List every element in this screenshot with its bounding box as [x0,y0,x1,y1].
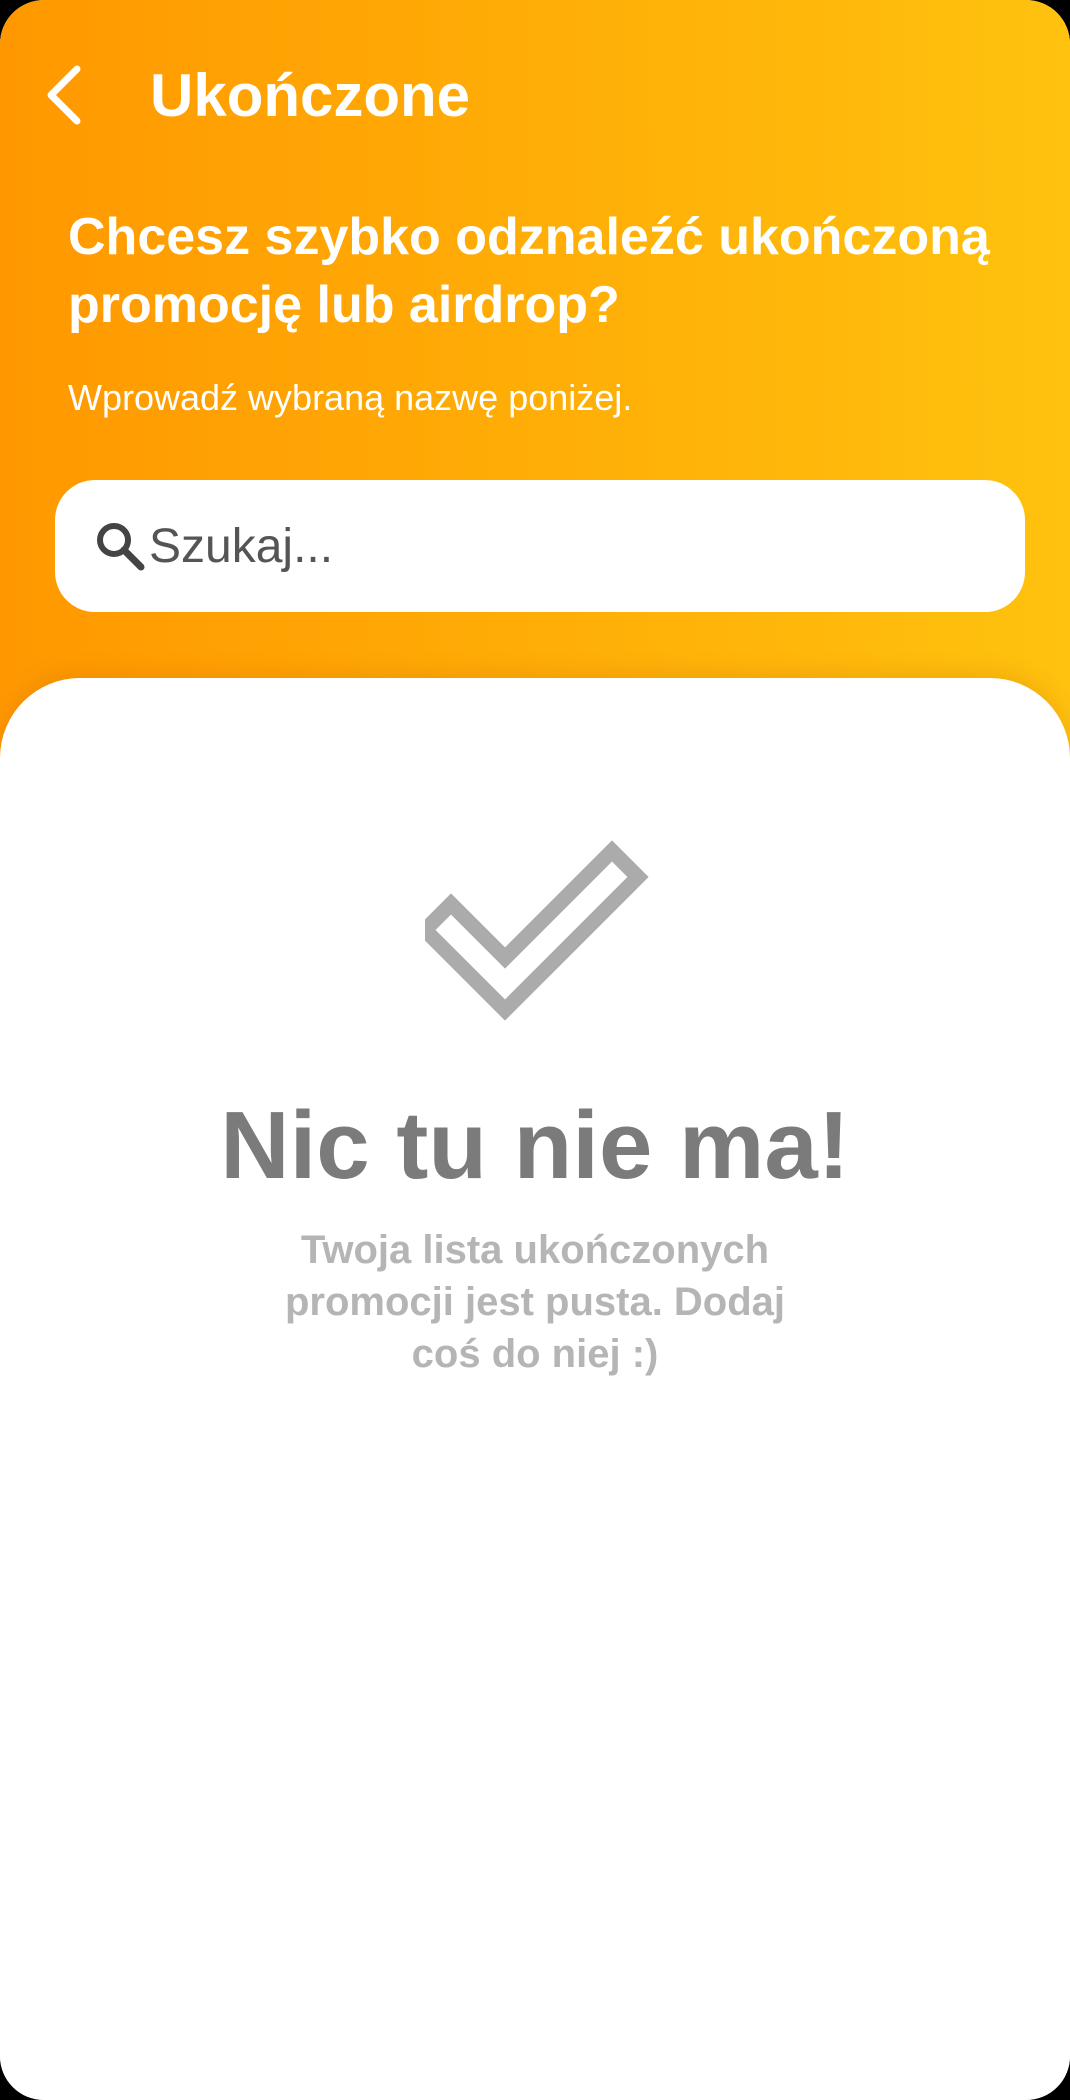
empty-state-message: Twoja lista ukończonych promocji jest pu… [284,1228,786,1376]
subline: Wprowadź wybraną nazwę poniżej. [68,377,633,418]
checkmark-icon [425,840,649,1021]
empty-state-title: Nic tu nie ma! [220,1092,850,1199]
back-button[interactable] [30,55,100,135]
page-title: Ukończone [150,62,471,129]
search-input[interactable] [149,518,989,574]
content-card: Nic tu nie ma! Twoja lista ukończonych p… [0,678,1070,2100]
completed-screen: Ukończone Chcesz szybko odznaleźć ukończ… [0,0,1070,2100]
headline: Chcesz szybko odznaleźć ukończoną promoc… [68,208,990,334]
chevron-left-icon [47,65,81,125]
header: Ukończone Chcesz szybko odznaleźć ukończ… [0,0,1070,760]
search-icon [91,517,149,575]
search-bar[interactable] [55,480,1025,612]
